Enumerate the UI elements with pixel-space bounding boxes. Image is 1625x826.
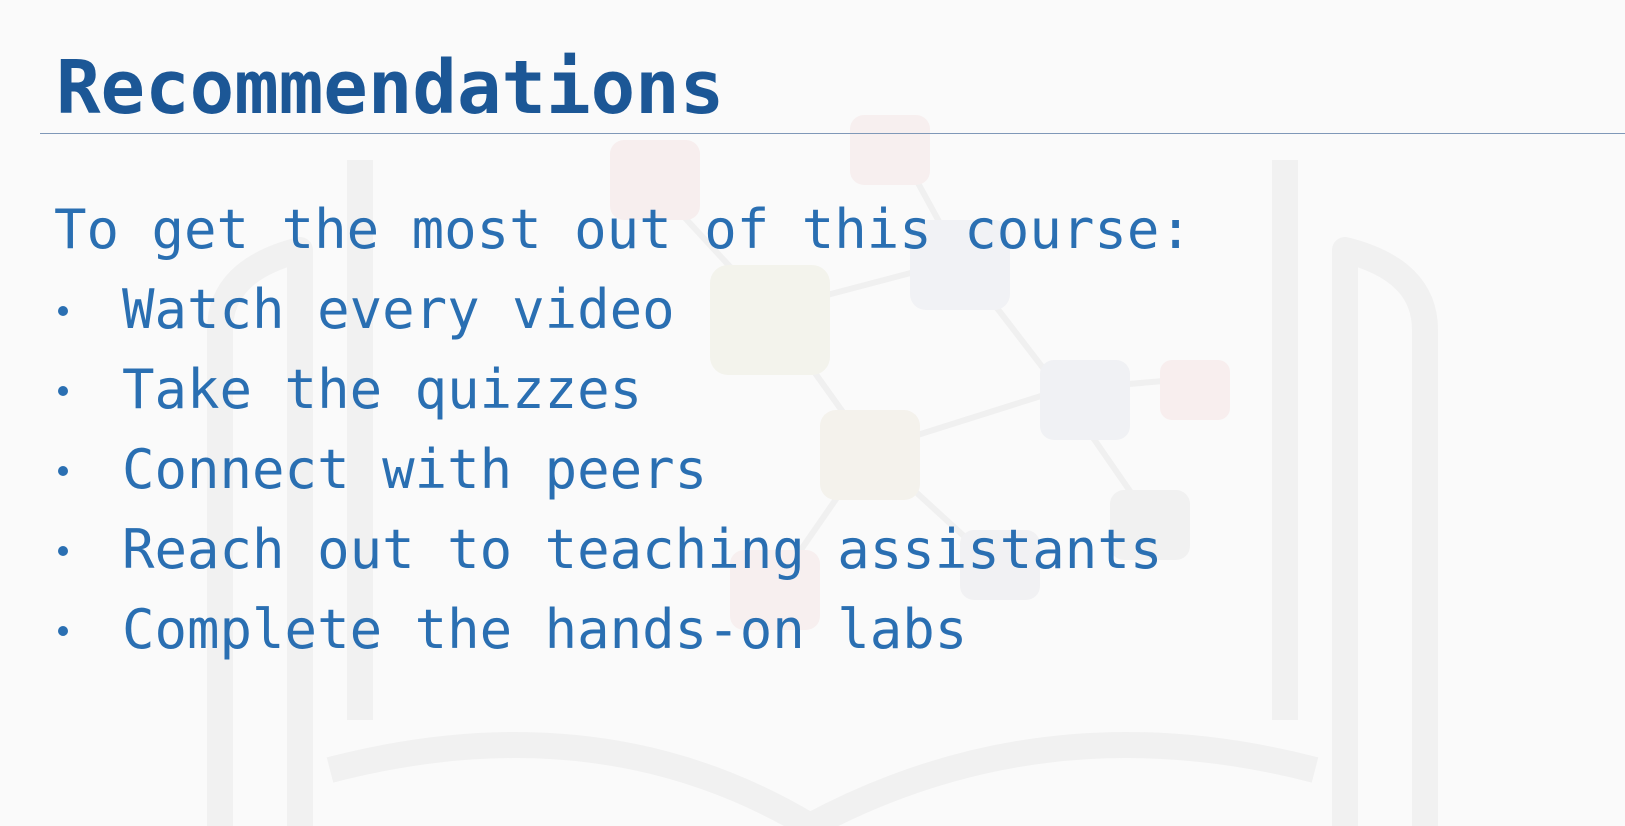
list-item-label: Take the quizzes <box>122 358 643 421</box>
list-item: Reach out to teaching assistants <box>54 510 1192 590</box>
slide: Recommendations To get the most out of t… <box>0 0 1625 826</box>
list-item-label: Connect with peers <box>122 438 708 501</box>
intro-text: To get the most out of this course: <box>54 198 1192 261</box>
list-item: Complete the hands-on labs <box>54 590 1192 670</box>
title-divider <box>40 133 1625 134</box>
bullet-dot-icon <box>58 626 68 636</box>
bullet-dot-icon <box>58 546 68 556</box>
list-item: Watch every video <box>54 270 1192 350</box>
recommendation-list: Watch every video Take the quizzes Conne… <box>54 270 1192 670</box>
list-item-label: Watch every video <box>122 278 675 341</box>
list-item: Take the quizzes <box>54 350 1192 430</box>
list-item: Connect with peers <box>54 430 1192 510</box>
list-item-label: Reach out to teaching assistants <box>122 518 1163 581</box>
slide-body: To get the most out of this course: Watc… <box>54 190 1192 670</box>
bullet-dot-icon <box>58 306 68 316</box>
list-item-label: Complete the hands-on labs <box>122 598 968 661</box>
bullet-dot-icon <box>58 386 68 396</box>
slide-title: Recommendations <box>56 45 725 131</box>
bullet-dot-icon <box>58 466 68 476</box>
